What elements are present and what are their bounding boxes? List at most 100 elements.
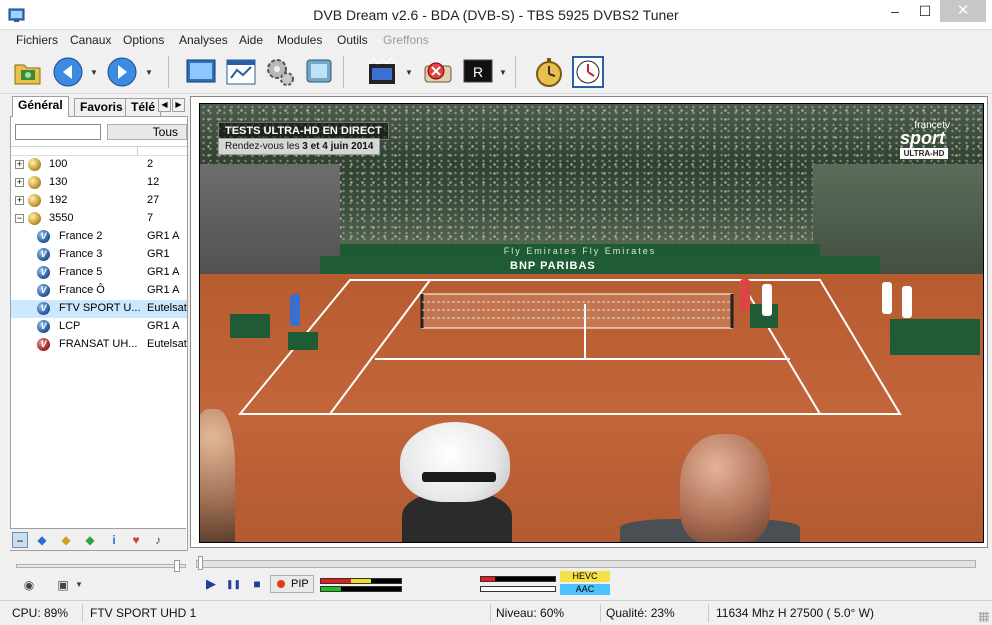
white-hat [400,422,510,502]
play-button[interactable]: ▶ [204,577,218,591]
info-diamond-icon[interactable]: ◆ [34,532,50,548]
expand-icon[interactable]: + [15,196,24,205]
open-icon[interactable] [12,56,44,88]
video-display[interactable]: Fly Emirates Fly Emirates BNP PARIBAS TE… [199,103,984,543]
channel-name: FRANSAT UH... [59,338,138,350]
subline-text: Rendez-vous les [225,141,303,152]
channel-row[interactable]: V France Ô GR1 A [11,282,187,300]
timer-icon[interactable] [533,56,565,88]
menu-fichiers[interactable]: Fichiers [16,33,58,47]
record-icon[interactable] [366,56,398,88]
satellite-count: 7 [147,212,154,224]
signal-level-status: Niveau: 60% [496,606,565,620]
menu-aide[interactable]: Aide [239,33,263,47]
menu-canaux[interactable]: Canaux [70,33,111,47]
menu-options[interactable]: Options [123,33,164,47]
aspect-dropdown-icon[interactable]: ▼ [72,578,86,592]
channel-provider: GR1 A [147,320,180,332]
channel-row[interactable]: V France 3 GR1 [11,246,187,264]
channel-filter-input[interactable] [15,124,101,140]
screen-icon[interactable] [185,56,217,88]
window-icon[interactable] [225,56,257,88]
channel-v-icon: V [37,338,50,351]
channel-v-icon: V [37,248,50,261]
pause-button[interactable]: ❚❚ [226,577,241,591]
channel-provider: Eutelsat [147,338,187,350]
speaker-icon[interactable]: ◉ [22,578,36,592]
left-bottom-panel: ◉ ▣ ▼ [10,556,186,600]
window-title: DVB Dream v2.6 - BDA (DVB-S) - TBS 5925 … [313,7,679,23]
minimize-button[interactable]: – [880,0,910,22]
satellite-row-192[interactable]: + 192 27 [11,192,187,210]
resize-grip-icon[interactable] [979,612,989,622]
spectator-head [200,409,235,542]
level-meter-top [320,578,402,584]
teletext-icon[interactable]: R [462,56,494,88]
channel-row[interactable]: V FRANSAT UH... Eutelsat [11,336,187,354]
channel-v-icon: V [37,320,50,333]
status-separator [490,604,491,622]
record-dropdown-icon[interactable]: ▼ [405,68,413,77]
toolbar-separator [515,56,516,88]
satellite-count: 12 [147,176,160,188]
stop-record-icon[interactable] [422,56,454,88]
settings-icon[interactable] [264,56,296,88]
clock-icon[interactable] [572,56,604,88]
menu-outils[interactable]: Outils [337,33,368,47]
tab-scroll-right[interactable]: ▶ [172,98,185,112]
warning-diamond-icon[interactable]: ◆ [58,532,74,548]
volume-slider-thumb[interactable] [174,560,180,572]
satellite-row-3550[interactable]: − 3550 7 [11,210,187,228]
channel-logo-text: sport [900,128,945,148]
channel-row[interactable]: V France 5 GR1 A [11,264,187,282]
tab-tele[interactable]: Télé [125,98,162,116]
channel-row[interactable]: V LCP GR1 A [11,318,187,336]
seek-thumb[interactable] [198,556,203,570]
channel-row[interactable]: V France 2 GR1 A [11,228,187,246]
refresh-diamond-icon[interactable]: ◆ [82,532,98,548]
close-button[interactable]: ✕ [940,0,986,22]
teletext-dropdown-icon[interactable]: ▼ [499,68,507,77]
aspect-icon[interactable]: ▣ [56,578,70,592]
collapse-all-icon[interactable]: − [12,532,28,548]
toolbar: ▼ ▼ ▼ R ▼ [0,52,992,94]
channel-row-selected[interactable]: V FTV SPORT U... Eutelsat [11,300,187,318]
spectator-bald-head [680,434,770,542]
audio-icon[interactable]: ♪ [150,532,166,548]
expand-icon[interactable]: + [15,178,24,187]
tab-favoris[interactable]: Favoris [74,98,129,116]
tab-scroll-left[interactable]: ◀ [158,98,171,112]
forward-icon[interactable] [106,56,138,88]
back-icon[interactable] [52,56,84,88]
ultra-hd-badge: ULTRA-HD [900,148,948,159]
stop-button[interactable]: ■ [250,577,264,591]
signal-meter-top [480,576,556,582]
satellite-name: 192 [49,194,68,206]
maximize-button[interactable]: ☐ [910,0,940,22]
hat-band [422,472,496,482]
satellite-count: 2 [147,158,154,170]
filter-select[interactable]: Tous [107,124,187,140]
forward-dropdown-icon[interactable]: ▼ [145,68,153,77]
menu-greffons: Greffons [383,33,429,47]
subline-dates: 3 et 4 juin 2014 [302,141,374,152]
player-figure [740,279,750,311]
broadcast-subline: Rendez-vous les 3 et 4 juin 2014 [218,138,381,155]
menu-modules[interactable]: Modules [277,33,322,47]
collapse-icon[interactable]: − [15,214,24,223]
satellite-icon [28,176,41,189]
channel-name: FTV SPORT U... [59,302,141,314]
info-icon[interactable]: i [106,532,122,548]
favorite-icon[interactable]: ♥ [128,532,144,548]
status-separator [708,604,709,622]
back-dropdown-icon[interactable]: ▼ [90,68,98,77]
satellite-row-130[interactable]: + 130 12 [11,174,187,192]
menu-analyses[interactable]: Analyses [179,33,228,47]
channel-v-icon: V [37,302,50,315]
seek-bar[interactable] [196,560,976,568]
tab-general[interactable]: Général [12,96,69,117]
satellite-row-100[interactable]: + 100 2 [11,156,187,174]
display-icon[interactable] [303,56,335,88]
expand-icon[interactable]: + [15,160,24,169]
volume-slider-track[interactable] [16,564,186,568]
